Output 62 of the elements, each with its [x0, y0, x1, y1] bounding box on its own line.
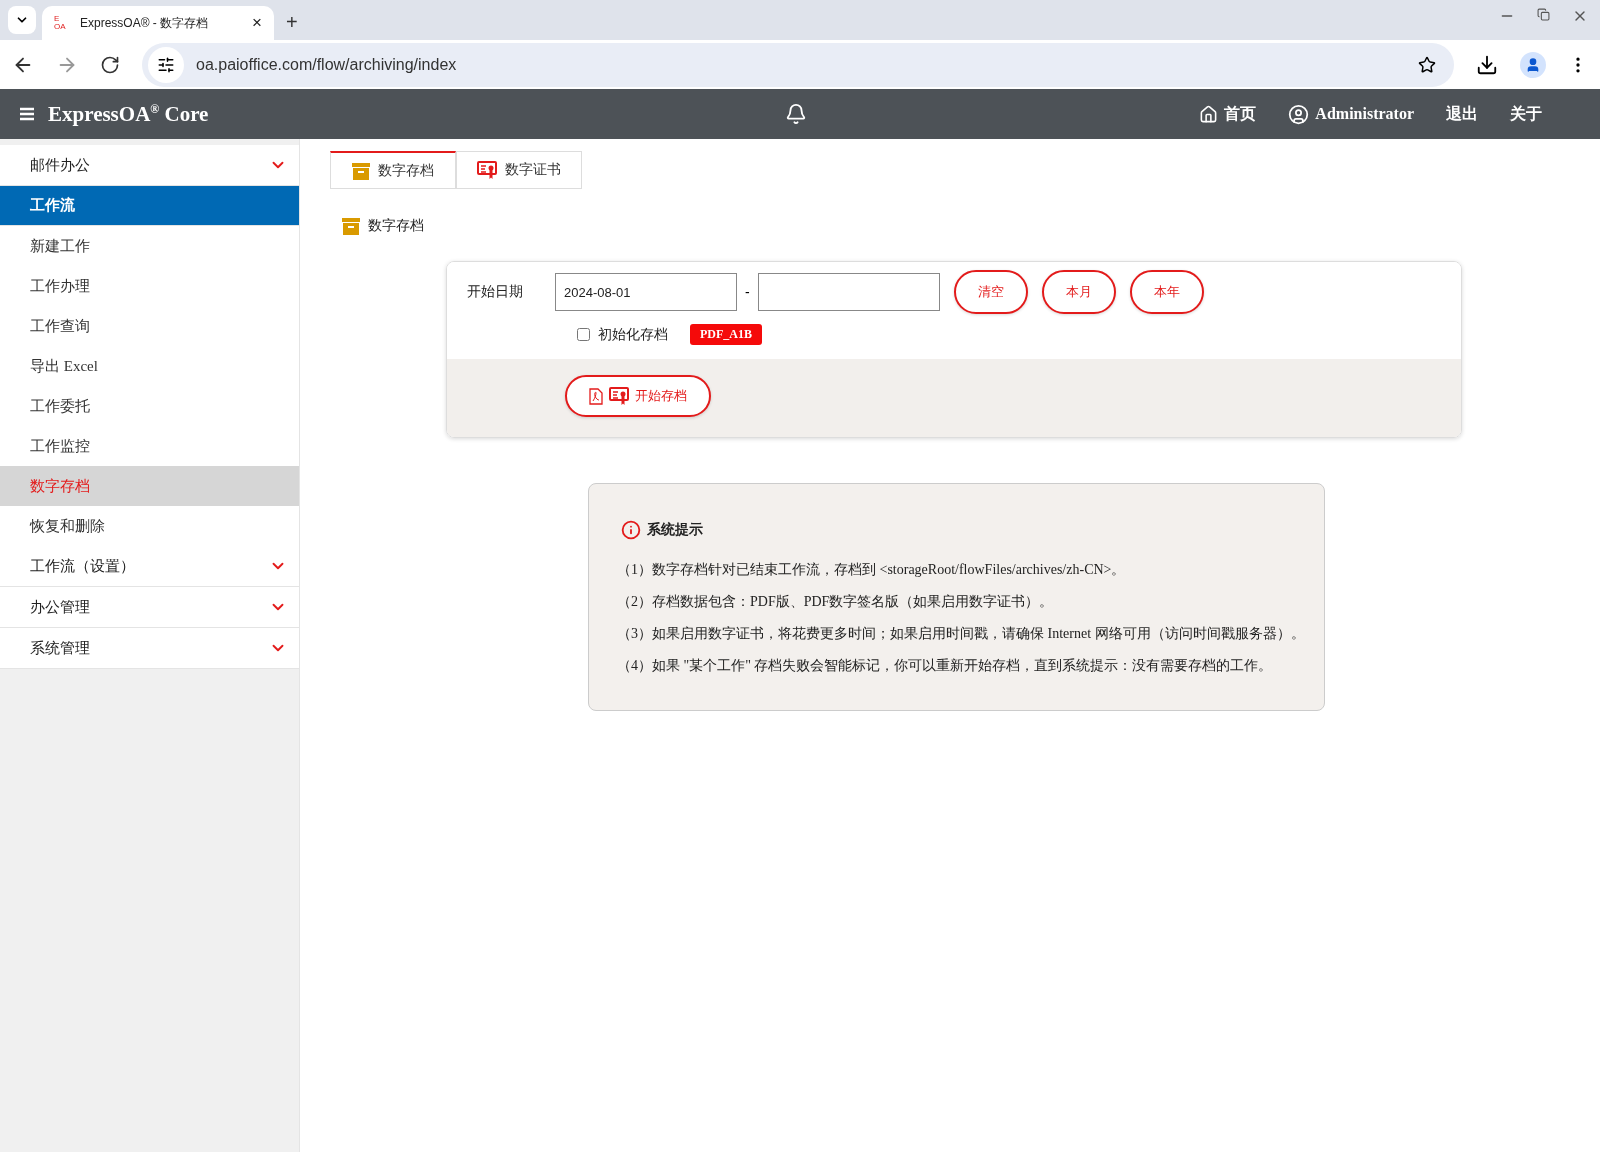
notice-text: （1）数字存档针对已结束工作流，存档到 <storageRoot/flowFiles/archives/zh-CN>。	[617, 561, 1127, 579]
notice-text: （4）如果 "某个工作" 存档失败会智能标记，你可以重新开始存档，直到系统提示：没有需要存档的工作。	[617, 657, 1274, 675]
sidebar-group[interactable]: 邮件办公	[0, 145, 299, 186]
pdf-file-icon	[589, 387, 603, 405]
archive-box-icon	[352, 161, 370, 180]
tab[interactable]: 数字证书	[456, 151, 582, 189]
favicon: E OA	[54, 15, 67, 31]
tab-list-button[interactable]	[8, 6, 36, 34]
start-archive-button[interactable]: 开始存档	[565, 375, 711, 417]
download-icon[interactable]	[1476, 53, 1498, 76]
nav-link[interactable]: Administrator	[1288, 103, 1414, 125]
archive-box-icon	[342, 217, 360, 235]
sliders-icon	[157, 55, 175, 74]
sidebar-item[interactable]: 导出 Excel	[0, 346, 299, 386]
sidebar-item[interactable]: 恢复和删除	[0, 506, 299, 546]
notification-bell-icon[interactable]	[785, 103, 807, 125]
menu-icon[interactable]	[20, 107, 34, 121]
brand-logo[interactable]: ExpressOA$^{®}$ Core	[48, 101, 209, 127]
restore-icon[interactable]	[1537, 8, 1550, 21]
site-settings-button[interactable]	[148, 46, 184, 83]
sidebar-item[interactable]: 工作查询	[0, 306, 299, 346]
format-badge: PDF_A1B	[690, 324, 762, 345]
notice-title: 系统提示	[647, 521, 703, 539]
close-tab-button[interactable]: ×	[252, 13, 262, 33]
reload-icon[interactable]	[100, 54, 120, 75]
sidebar-item[interactable]: 工作监控	[0, 426, 299, 466]
bookmark-star-icon[interactable]	[1418, 55, 1436, 74]
profile-avatar[interactable]	[1520, 51, 1546, 78]
new-tab-button[interactable]: +	[280, 11, 304, 34]
tab-title: ExpressOA® - 数字存档	[80, 14, 210, 32]
sidebar-group[interactable]: 工作流（设置）	[0, 546, 299, 587]
certificate-icon	[477, 160, 497, 180]
sidebar-item[interactable]: 工作办理	[0, 266, 299, 306]
field-label: 开始日期	[467, 283, 524, 301]
date-preset-button[interactable]: 清空	[953, 270, 1028, 314]
home-icon	[1199, 104, 1219, 124]
range-separator: -	[745, 284, 750, 300]
person-icon	[1525, 56, 1541, 73]
url-text: oa.paioffice.com/flow/archiving/index	[196, 55, 458, 74]
tab[interactable]: 数字存档	[330, 151, 456, 189]
date-preset-button[interactable]: 本年	[1129, 270, 1204, 314]
nav-link[interactable]: 关于	[1510, 103, 1542, 125]
section-title: 数字存档	[368, 217, 424, 235]
nav-link[interactable]: 首页	[1199, 103, 1257, 125]
start-date-field[interactable]: 2024-08-01	[555, 273, 737, 311]
init-checkbox[interactable]	[577, 328, 590, 341]
checkbox-label: 初始化存档	[598, 325, 668, 344]
browser-tab[interactable]: E OA ExpressOA® - 数字存档 ×	[42, 6, 274, 40]
sidebar-group[interactable]: 办公管理	[0, 587, 299, 628]
end-date-field[interactable]	[757, 273, 940, 311]
certificate-icon	[609, 386, 629, 406]
sidebar-group[interactable]: 系统管理	[0, 628, 299, 669]
date-preset-button[interactable]: 本月	[1041, 270, 1116, 314]
info-icon	[621, 520, 641, 540]
sidebar-item[interactable]: 新建工作	[0, 226, 299, 266]
address-bar[interactable]: oa.paioffice.com/flow/archiving/index	[142, 42, 1454, 87]
nav-link[interactable]: 退出	[1446, 103, 1478, 125]
sidebar-group[interactable]: 工作流	[0, 186, 299, 226]
user-circle-icon	[1288, 103, 1310, 125]
notice-text: （3）如果启用数字证书，将花费更多时间；如果启用时间戳，请确保 Internet 网络可用（访问时间戳服务器）。	[617, 625, 1296, 643]
notice-text: （2）存档数据包含：PDF版、PDF数字签名版（如果启用数字证书）。	[617, 593, 1055, 611]
sidebar-item[interactable]: 工作委托	[0, 386, 299, 426]
